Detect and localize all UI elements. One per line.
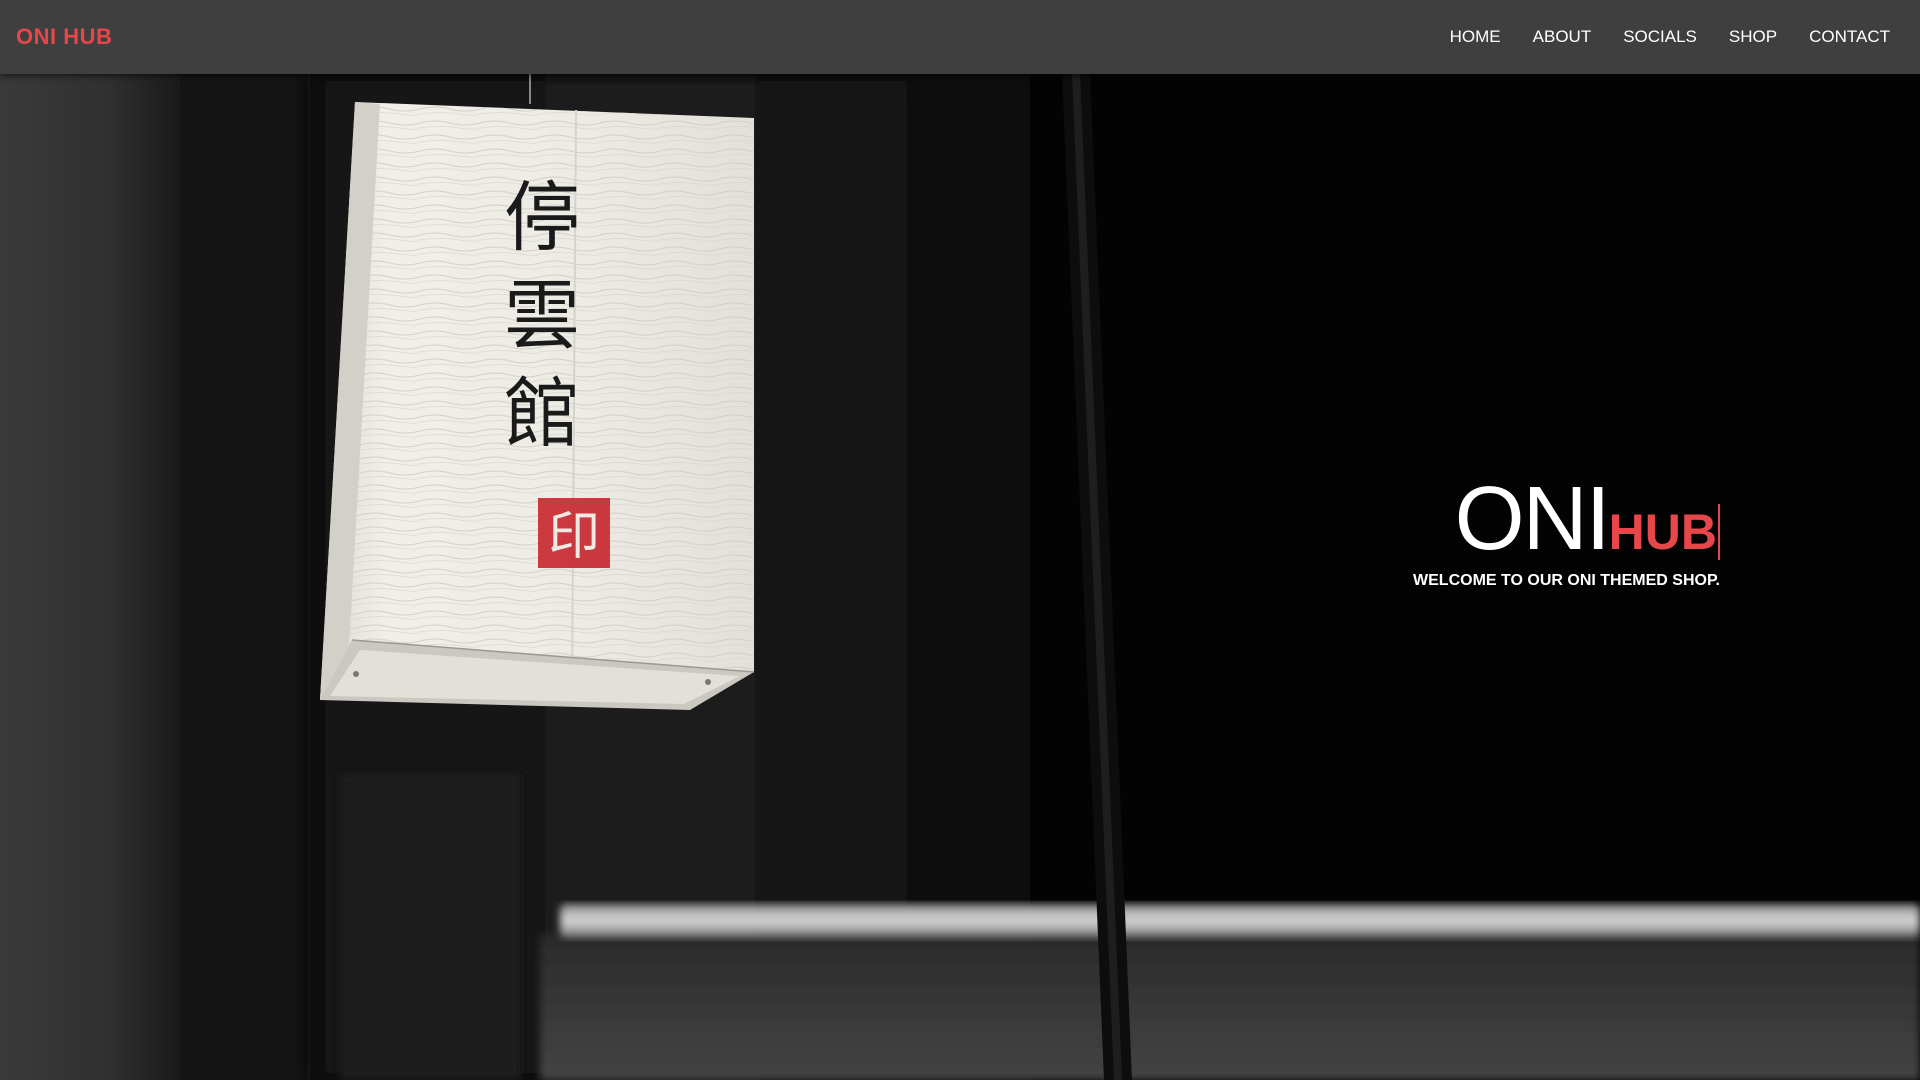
hero-subtitle: WELCOME TO OUR ONI THEMED SHOP. bbox=[1413, 572, 1720, 589]
hero-section: 停 雲 館 印 ONIHUB WELCOME TO OUR ONI THEMED… bbox=[0, 74, 1920, 1080]
lantern-illustration: 停 雲 館 印 bbox=[320, 74, 755, 710]
hero-title-oni: ONI bbox=[1454, 469, 1611, 569]
lantern-kanji-2: 雲 bbox=[504, 271, 580, 360]
nav-link-contact[interactable]: CONTACT bbox=[1809, 27, 1890, 47]
top-navbar: ONI HUB HOME ABOUT SOCIALS SHOP CONTACT bbox=[0, 0, 1920, 74]
nav-link-home[interactable]: HOME bbox=[1450, 27, 1501, 47]
lantern-kanji-3: 館 bbox=[504, 369, 580, 458]
nav-link-about[interactable]: ABOUT bbox=[1533, 27, 1592, 47]
lantern-seal-text: 印 bbox=[548, 507, 600, 567]
lantern-kanji-1: 停 bbox=[504, 173, 580, 262]
hero-title-hub: HUB bbox=[1608, 504, 1720, 560]
nav-link-socials[interactable]: SOCIALS bbox=[1623, 27, 1697, 47]
nav-links: HOME ABOUT SOCIALS SHOP CONTACT bbox=[1418, 27, 1890, 47]
hero-title-block: ONIHUB WELCOME TO OUR ONI THEMED SHOP. bbox=[1400, 474, 1720, 590]
nav-link-shop[interactable]: SHOP bbox=[1729, 27, 1777, 47]
hero-heading: ONIHUB bbox=[1400, 474, 1720, 564]
brand-logo-link[interactable]: ONI HUB bbox=[16, 24, 112, 50]
